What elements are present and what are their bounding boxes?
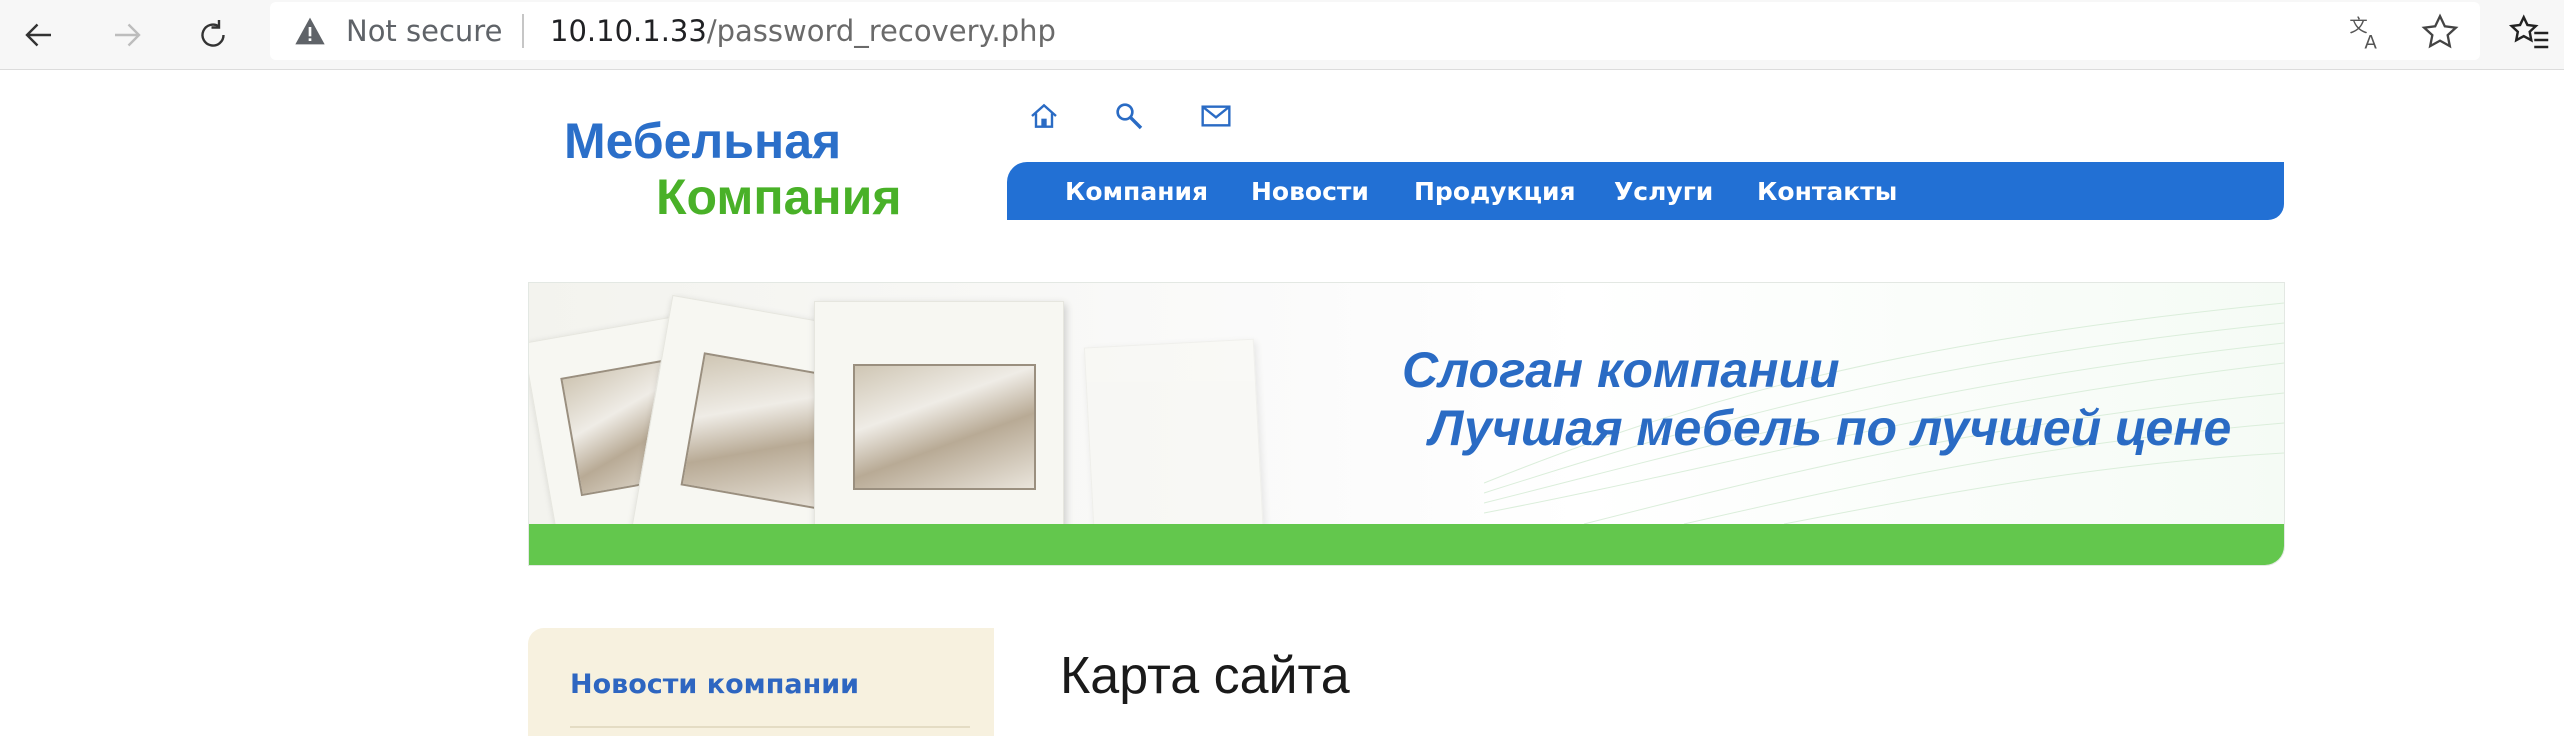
star-icon[interactable] [2420,12,2460,52]
nav-item-services[interactable]: Услуги [1614,177,1713,206]
address-bar[interactable]: Not secure 10.10.1.33/password_recovery.… [270,2,2480,60]
page-title: Карта сайта [1060,647,1350,705]
nav-item-company[interactable]: Компания [1065,177,1208,206]
url-text[interactable]: 10.10.1.33/password_recovery.php [550,14,1056,48]
translate-icon[interactable]: 文A [2346,12,2386,52]
home-icon[interactable] [1028,100,1060,132]
forward-arrow-icon [115,23,141,47]
url-path: /password_recovery.php [706,14,1056,48]
logo-line1[interactable]: Мебельная [564,112,841,170]
sidebar-divider [570,726,970,728]
reload-icon [201,20,225,47]
main-navigation: Компания Новости Продукция Услуги Контак… [1007,162,2284,220]
photo-frame-4 [1083,338,1265,548]
back-button[interactable] [12,8,66,62]
reload-button[interactable] [186,8,240,62]
warning-icon [295,17,325,45]
nav-item-products[interactable]: Продукция [1414,177,1576,206]
search-icon[interactable] [1113,100,1145,132]
photo-frame-3 [814,301,1064,546]
sidebar: Новости компании [528,628,994,736]
mail-icon[interactable] [1200,100,1232,132]
security-label[interactable]: Not secure [346,14,502,48]
header-banner: Слоган компании Лучшая мебель по лучшей … [528,282,2285,566]
nav-item-contacts[interactable]: Контакты [1757,177,1897,206]
nav-item-news[interactable]: Новости [1251,177,1369,206]
forward-button[interactable] [100,8,154,62]
back-arrow-icon [25,23,51,47]
url-host: 10.10.1.33 [550,14,707,48]
banner-green-strip [529,524,2284,565]
favorites-icon[interactable] [2508,12,2550,54]
sidebar-link-company-news[interactable]: Новости компании [570,669,859,700]
interior-photo-3 [853,364,1036,490]
banner-slogan-line1: Слоган компании [1402,342,1840,398]
browser-toolbar: Not secure 10.10.1.33/password_recovery.… [0,0,2564,70]
logo-line2[interactable]: Компания [656,168,902,226]
address-divider [522,14,524,48]
svg-text:A: A [2364,33,2377,52]
banner-slogan-line2: Лучшая мебель по лучшей цене [1429,400,2232,456]
